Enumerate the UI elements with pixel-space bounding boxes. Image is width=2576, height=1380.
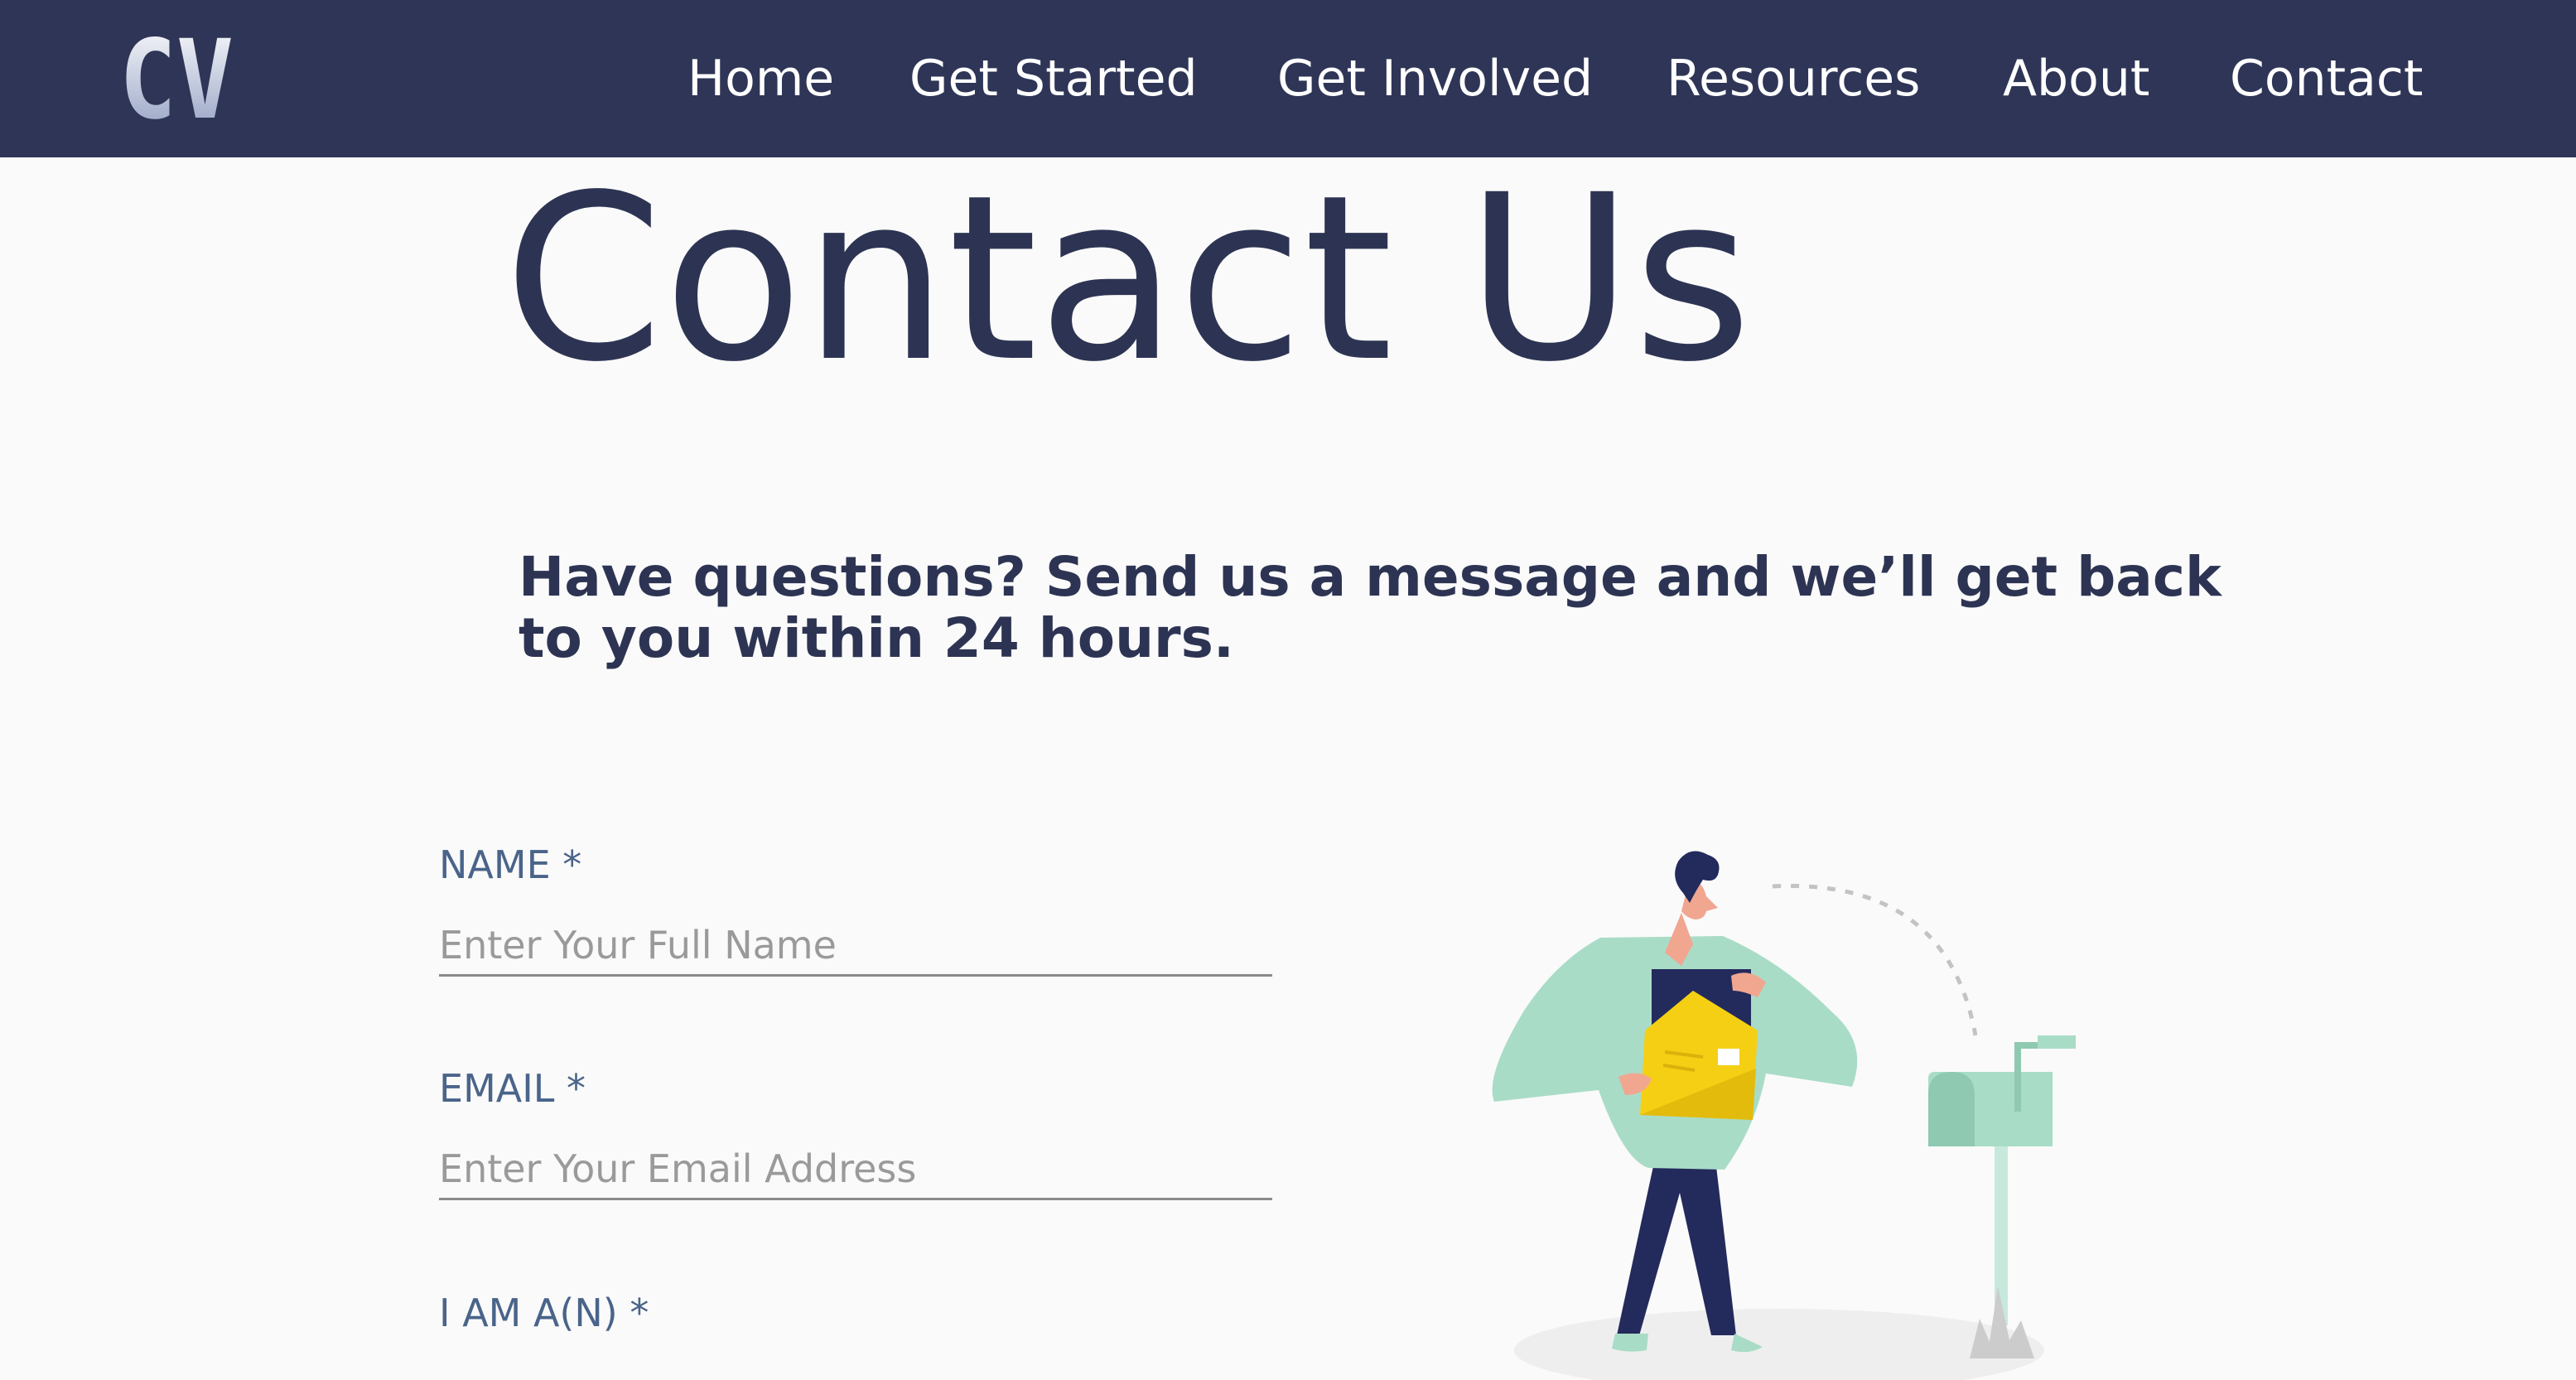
mailbox-illustration xyxy=(1492,851,2076,1380)
email-label: EMAIL * xyxy=(439,1066,586,1111)
page-title: Contact Us xyxy=(504,147,1753,413)
intro-text: Have questions? Send us a message and we… xyxy=(519,545,2221,670)
nav-resources[interactable]: Resources xyxy=(1667,46,1920,112)
nav-contact[interactable]: Contact xyxy=(2230,46,2423,112)
email-input[interactable] xyxy=(439,1140,1272,1200)
top-navbar: CV Home Get Started Get Involved Resourc… xyxy=(0,0,2576,157)
name-input[interactable] xyxy=(439,916,1272,977)
person-figure xyxy=(1492,851,1858,1353)
nav-get-started[interactable]: Get Started xyxy=(909,46,1198,112)
ground-shadow xyxy=(1514,1309,2044,1380)
nav-get-involved[interactable]: Get Involved xyxy=(1277,46,1593,112)
main-nav: Home Get Started Get Involved Resources … xyxy=(0,0,2576,157)
role-label: I AM A(N) * xyxy=(439,1291,649,1335)
nav-home[interactable]: Home xyxy=(687,46,834,112)
name-label: NAME * xyxy=(439,842,582,887)
mailbox-icon xyxy=(1928,1035,2076,1358)
nav-about[interactable]: About xyxy=(2003,46,2149,112)
